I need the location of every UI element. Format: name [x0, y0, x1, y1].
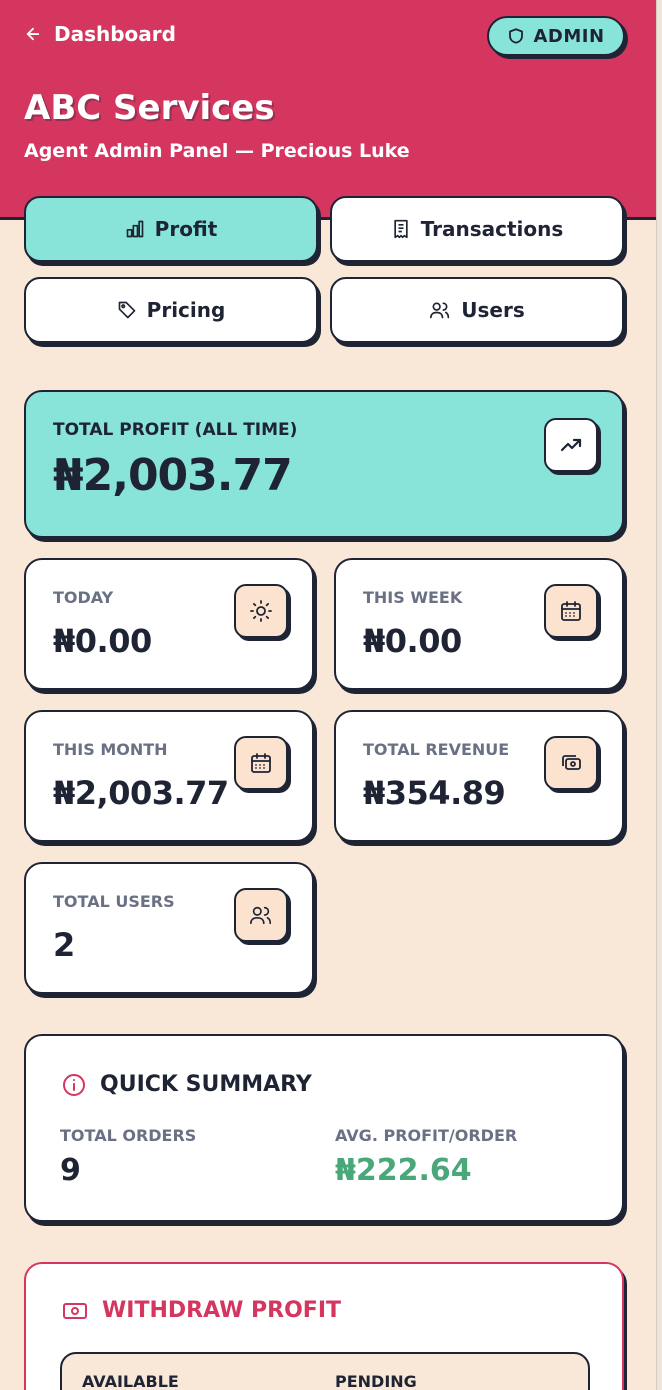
back-to-dashboard-link[interactable]: Dashboard — [24, 22, 176, 46]
total-profit-card: TOTAL PROFIT (ALL TIME) ₦2,003.77 — [24, 390, 624, 538]
total-profit-label: TOTAL PROFIT (ALL TIME) — [53, 420, 298, 440]
admin-badge: ADMIN — [487, 16, 625, 56]
tab-transactions[interactable]: Transactions — [330, 196, 624, 262]
quick-summary-title: QUICK SUMMARY — [100, 1072, 312, 1097]
tab-users-label: Users — [461, 298, 525, 322]
shield-icon — [509, 28, 524, 44]
stat-value: ₦354.89 — [363, 774, 506, 812]
avg-profit-label: AVG. PROFIT/ORDER — [335, 1126, 518, 1145]
stat-value: 2 — [53, 926, 75, 964]
stat-card-total-users: TOTAL USERS 2 — [24, 862, 314, 994]
total-orders-label: TOTAL ORDERS — [60, 1126, 197, 1145]
stat-card-this-week: THIS WEEK ₦0.00 — [334, 558, 624, 690]
back-link-label: Dashboard — [54, 22, 176, 46]
total-orders-stat: TOTAL ORDERS 9 — [60, 1126, 196, 1188]
page-subtitle: Agent Admin Panel — Precious Luke — [24, 140, 410, 162]
stat-label: THIS MONTH — [53, 740, 168, 759]
withdraw-profit-title: WITHDRAW PROFIT — [102, 1298, 342, 1323]
page-header: Dashboard ADMIN ABC Services Agent Admin… — [0, 0, 656, 220]
total-profit-value: ₦2,003.77 — [53, 450, 293, 501]
sun-icon — [234, 584, 288, 638]
receipt-icon — [394, 219, 408, 239]
arrow-left-icon — [26, 27, 40, 41]
quick-summary-card: QUICK SUMMARY TOTAL ORDERS 9 AVG. PROFIT… — [24, 1034, 624, 1222]
stat-label: TOTAL USERS — [53, 892, 175, 911]
users-icon — [234, 888, 288, 942]
withdraw-profit-card: WITHDRAW PROFIT AVAILABLE PENDING — [24, 1262, 624, 1390]
stat-value: ₦2,003.77 — [53, 774, 229, 812]
tag-icon — [118, 301, 136, 319]
tab-pricing-label: Pricing — [146, 298, 226, 322]
calendar-icon — [234, 736, 288, 790]
banknote-icon — [544, 736, 598, 790]
tab-profit[interactable]: Profit — [24, 196, 318, 262]
info-icon — [63, 1073, 85, 1096]
balance-summary-box: AVAILABLE PENDING — [60, 1352, 590, 1390]
available-label: AVAILABLE — [82, 1372, 179, 1390]
tab-pricing[interactable]: Pricing — [24, 277, 318, 343]
stat-label: TOTAL REVENUE — [363, 740, 510, 759]
total-orders-value: 9 — [60, 1153, 81, 1188]
quick-summary-heading: QUICK SUMMARY — [62, 1072, 312, 1097]
stat-card-this-month: THIS MONTH ₦2,003.77 — [24, 710, 314, 842]
users-icon — [430, 302, 450, 319]
tab-transactions-label: Transactions — [420, 217, 564, 241]
banknote-icon — [63, 1302, 87, 1319]
withdraw-profit-heading: WITHDRAW PROFIT — [62, 1298, 341, 1323]
stat-card-total-revenue: TOTAL REVENUE ₦354.89 — [334, 710, 624, 842]
page-title: ABC Services — [24, 88, 275, 128]
avg-profit-value: ₦222.64 — [335, 1153, 472, 1188]
stat-label: TODAY — [53, 588, 114, 607]
trending-up-icon — [544, 418, 598, 472]
avg-profit-stat: AVG. PROFIT/ORDER ₦222.64 — [335, 1126, 517, 1188]
bar-chart-icon — [126, 220, 144, 238]
pending-label: PENDING — [335, 1372, 417, 1390]
stat-value: ₦0.00 — [53, 622, 152, 660]
admin-badge-label: ADMIN — [533, 25, 605, 47]
scrollbar[interactable] — [656, 0, 662, 1390]
tab-profit-label: Profit — [154, 217, 218, 241]
stat-card-today: TODAY ₦0.00 — [24, 558, 314, 690]
calendar-icon — [544, 584, 598, 638]
stat-value: ₦0.00 — [363, 622, 462, 660]
stat-label: THIS WEEK — [363, 588, 463, 607]
tab-users[interactable]: Users — [330, 277, 624, 343]
